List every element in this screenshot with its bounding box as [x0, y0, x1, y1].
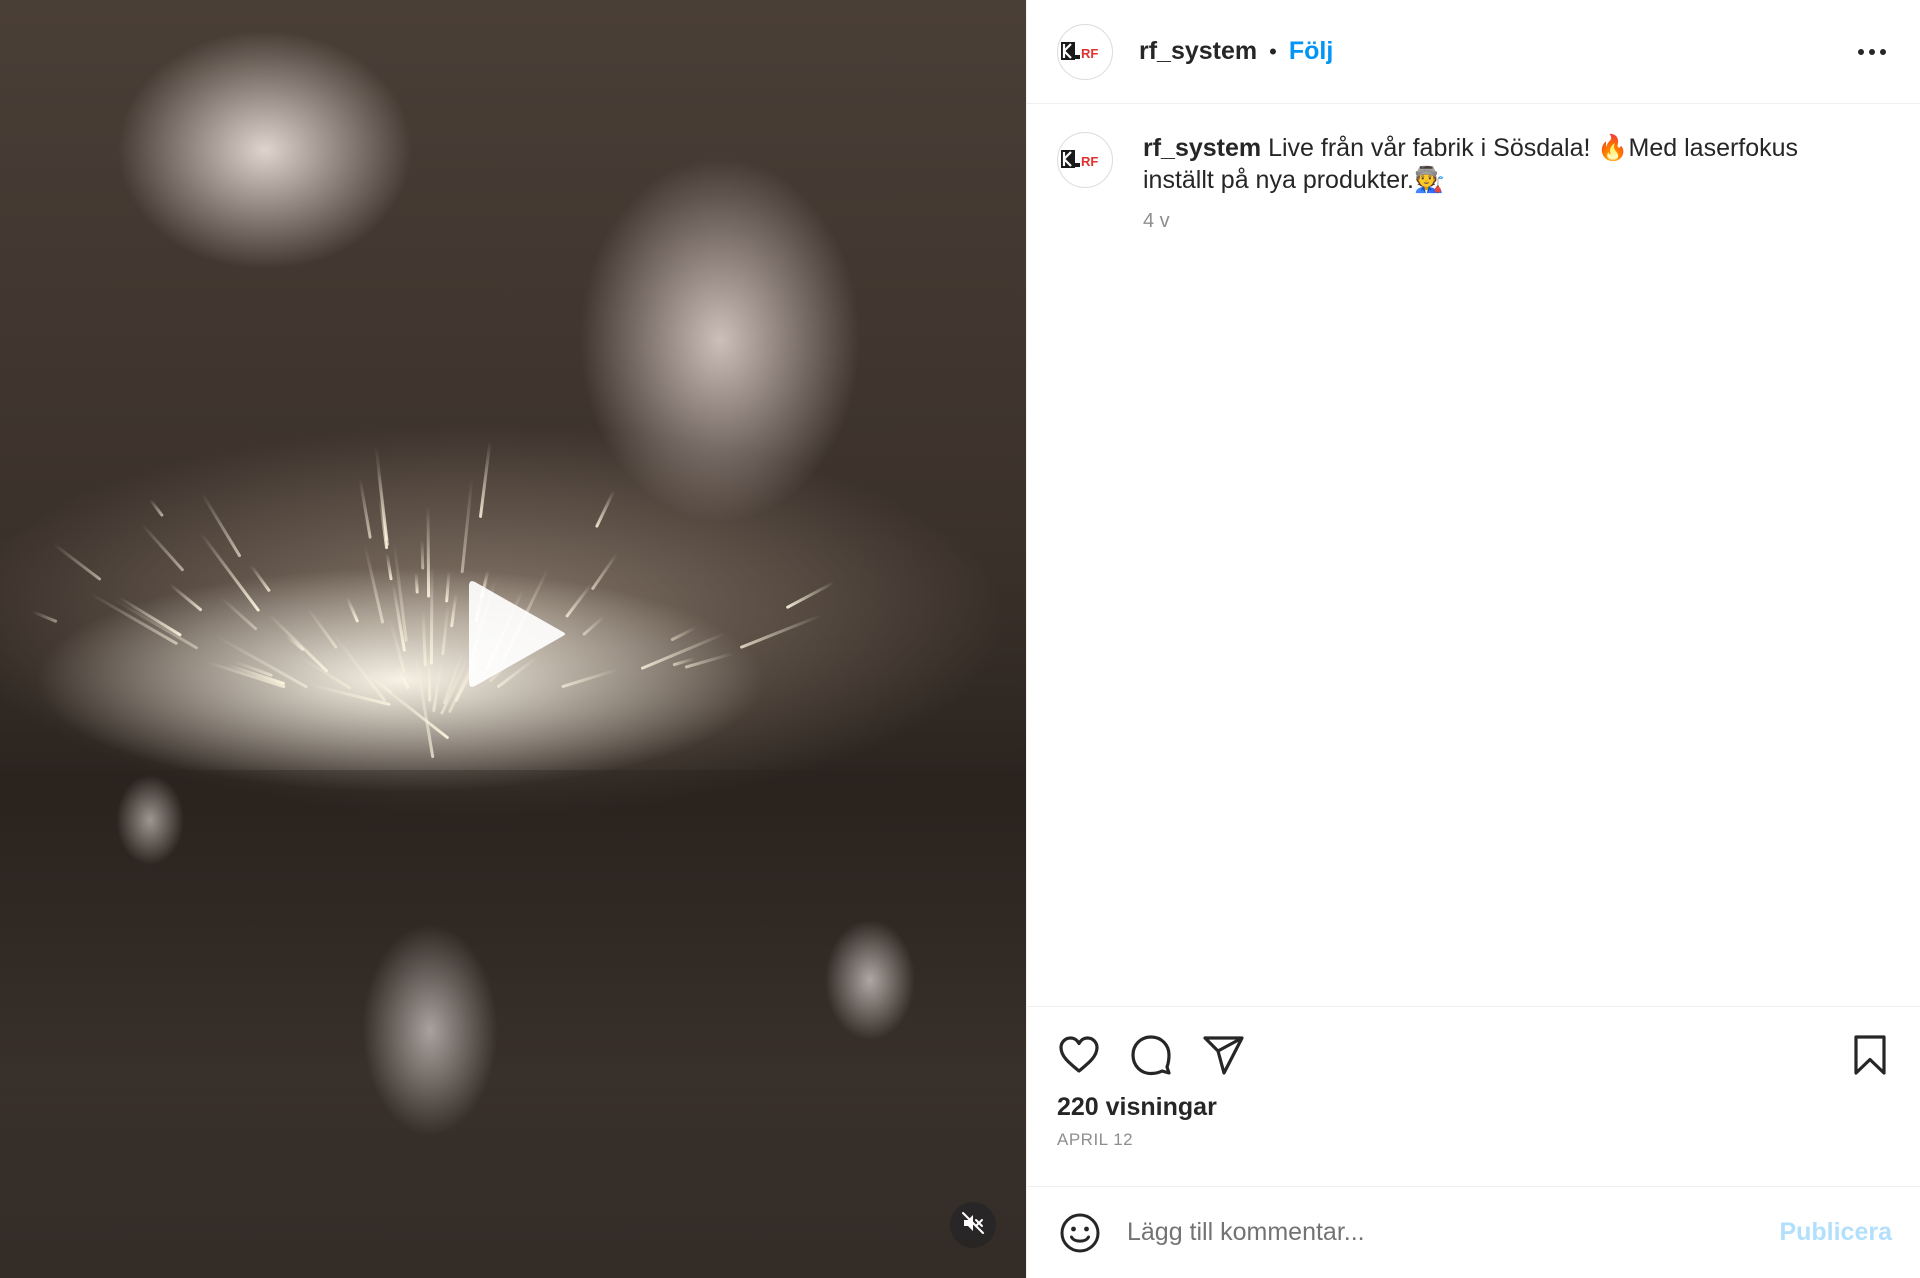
save-button[interactable] [1848, 1033, 1892, 1077]
comment-bar: Publicera [1027, 1186, 1920, 1278]
header-separator: • [1269, 38, 1277, 64]
comment-input[interactable] [1125, 1217, 1780, 1248]
muted-speaker-icon [961, 1211, 985, 1240]
video-floor-shade [0, 770, 1026, 1278]
action-bar [1057, 1033, 1892, 1077]
caption-text: rf_system Live från vår fabrik i Sösdala… [1143, 132, 1863, 196]
post-header: RF rf_system • Följ [1027, 0, 1920, 104]
actions-section: 220 visningar APRIL 12 [1027, 1006, 1920, 1186]
video-spark [426, 506, 430, 598]
like-button[interactable] [1057, 1033, 1101, 1077]
caption-body: rf_system Live från vår fabrik i Sösdala… [1143, 132, 1863, 233]
rf-logo-icon: RF [1061, 150, 1098, 169]
paper-plane-icon [1203, 1036, 1244, 1075]
caption-avatar[interactable]: RF [1057, 132, 1113, 188]
emoji-button[interactable] [1057, 1210, 1103, 1256]
post-side-panel: RF rf_system • Följ RF rf_system Live fr… [1026, 0, 1920, 1278]
more-options-button[interactable] [1852, 32, 1892, 72]
post-author-username[interactable]: rf_system [1139, 37, 1257, 66]
comment-bubble-icon [1131, 1035, 1171, 1076]
comment-button[interactable] [1129, 1033, 1173, 1077]
share-button[interactable] [1201, 1033, 1245, 1077]
svg-text:RF: RF [1081, 46, 1098, 61]
video-player[interactable] [0, 0, 1026, 1278]
play-icon[interactable] [463, 574, 573, 694]
bookmark-icon [1854, 1035, 1886, 1075]
caption-section: RF rf_system Live från vår fabrik i Sösd… [1027, 104, 1920, 1006]
more-options-icon [1858, 48, 1886, 55]
avatar[interactable]: RF [1057, 23, 1113, 80]
caption-username[interactable]: rf_system [1143, 134, 1261, 162]
video-spark [429, 565, 434, 666]
post-modal: RF rf_system • Följ RF rf_system Live fr… [0, 0, 1920, 1278]
post-date[interactable]: APRIL 12 [1057, 1130, 1892, 1150]
publish-button[interactable]: Publicera [1779, 1218, 1892, 1247]
heart-icon [1059, 1036, 1099, 1073]
emoji-smiley-icon [1060, 1213, 1100, 1252]
video-spark [414, 572, 419, 594]
follow-button[interactable]: Följ [1289, 37, 1333, 66]
view-count[interactable]: 220 visningar [1057, 1093, 1892, 1122]
caption-row: RF rf_system Live från vår fabrik i Sösd… [1057, 132, 1890, 233]
post-time-ago[interactable]: 4 v [1143, 210, 1863, 233]
svg-text:RF: RF [1081, 154, 1098, 169]
rf-logo-icon: RF [1061, 41, 1098, 61]
mute-button[interactable] [950, 1202, 996, 1248]
